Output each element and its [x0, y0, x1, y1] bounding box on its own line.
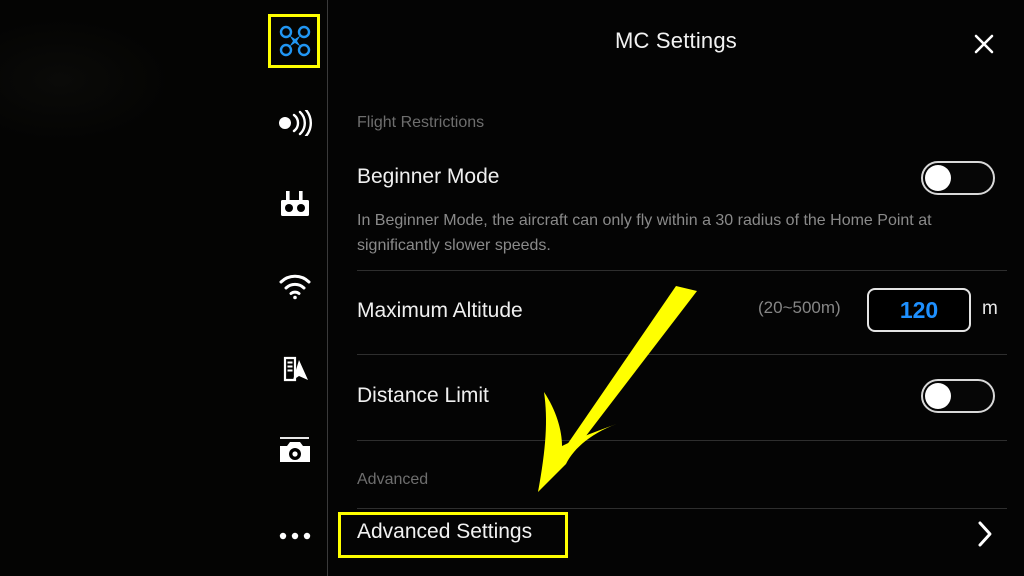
page-title: MC Settings — [614, 28, 738, 53]
row-divider — [357, 440, 1007, 441]
toggle-knob — [925, 165, 951, 191]
row-title-beginner-mode: Beginner Mode — [357, 165, 500, 188]
close-icon — [974, 34, 994, 54]
sidebar-item-camera[interactable] — [262, 429, 327, 477]
close-button[interactable] — [966, 26, 1002, 62]
sidebar-item-aircraft[interactable] — [262, 17, 327, 65]
panel-header: MC Settings — [328, 0, 1024, 86]
sidebar-item-image-transmission[interactable] — [262, 263, 327, 311]
wifi-icon — [279, 274, 310, 300]
advanced-settings-row[interactable]: Advanced Settings — [328, 508, 1024, 564]
more-dots-icon — [279, 532, 310, 540]
signal-transmit-icon — [278, 110, 312, 136]
row-description-beginner-mode: In Beginner Mode, the aircraft can only … — [357, 212, 932, 254]
toggle-knob — [925, 383, 951, 409]
altitude-unit-label: m — [982, 298, 998, 319]
drone-body — [289, 35, 300, 47]
section-label-advanced: Advanced — [357, 471, 429, 488]
chevron-right-icon — [978, 521, 992, 547]
camera-icon — [279, 442, 310, 462]
row-title-distance-limit: Distance Limit — [357, 384, 489, 407]
battery-aircraft-icon — [283, 356, 308, 382]
maximum-altitude-value: 120 — [899, 296, 939, 323]
sidebar-item-remote-signal[interactable] — [262, 99, 327, 147]
sidebar-item-aircraft-battery[interactable] — [262, 347, 327, 395]
maximum-altitude-input[interactable]: 120 — [867, 288, 971, 332]
app-screen: MC Settings Flight Restrictions Beginner… — [0, 0, 1024, 576]
advanced-settings-label: Advanced Settings — [357, 520, 533, 543]
row-title-maximum-altitude: Maximum Altitude — [357, 299, 523, 322]
section-label-flight-restrictions: Flight Restrictions — [357, 114, 485, 131]
distance-limit-toggle[interactable] — [921, 379, 995, 413]
advanced-settings-chevron[interactable] — [976, 519, 994, 554]
sidebar-item-more[interactable] — [262, 512, 327, 560]
drone-icon — [279, 25, 310, 57]
altitude-range-hint: (20~500m) — [758, 298, 841, 317]
sidebar-icon-rail — [262, 0, 327, 576]
row-divider — [357, 270, 1007, 271]
beginner-mode-toggle[interactable] — [921, 161, 995, 195]
row-divider — [357, 354, 1007, 355]
remote-controller-icon — [280, 191, 309, 216]
sidebar-item-remote-controller[interactable] — [262, 181, 327, 229]
mc-settings-panel: MC Settings Flight Restrictions Beginner… — [328, 0, 1024, 576]
